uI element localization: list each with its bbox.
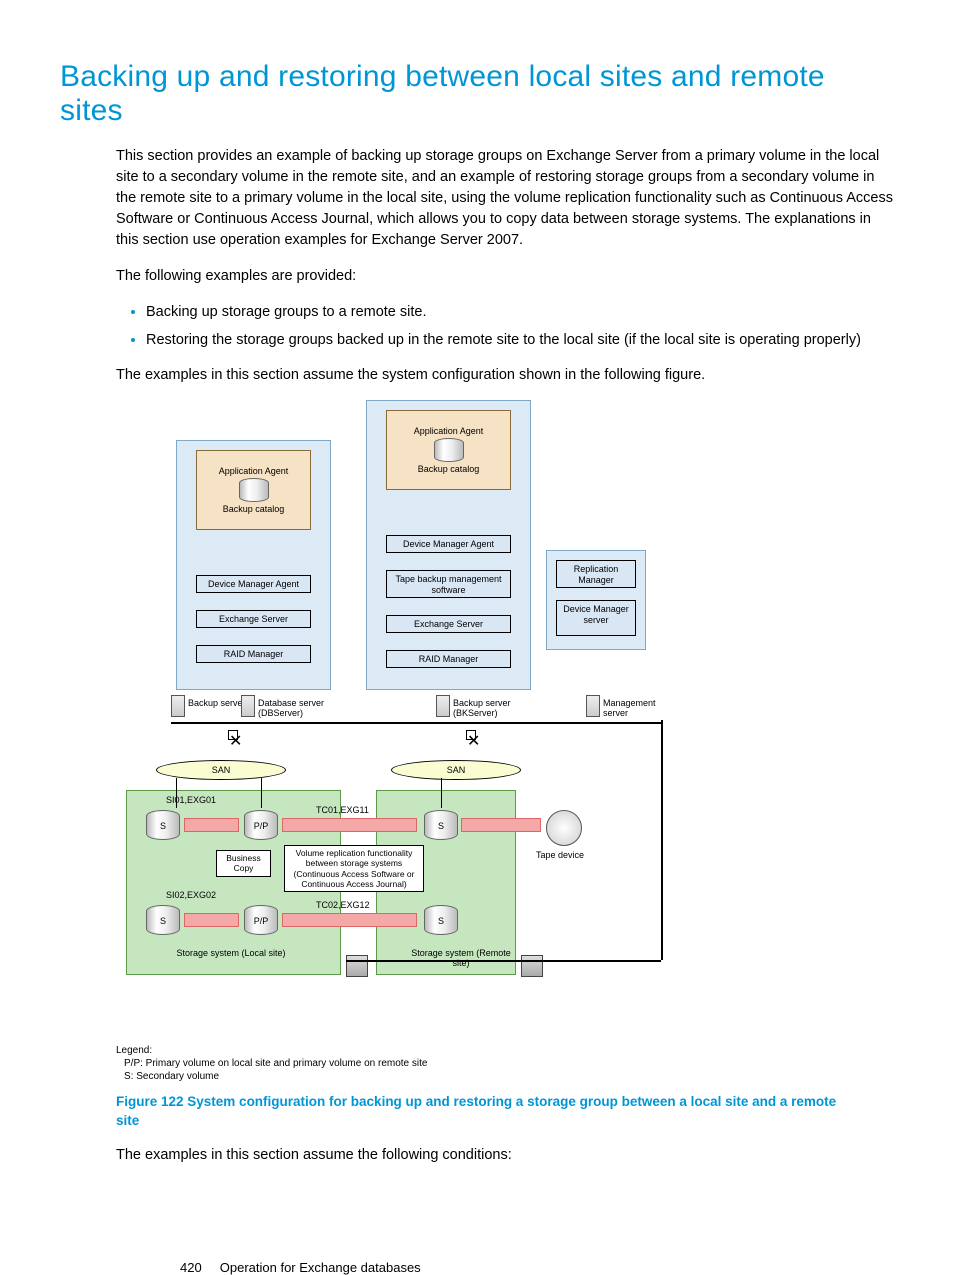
list-item: Restoring the storage groups backed up i…: [146, 329, 894, 351]
backup-catalog-label: Backup catalog: [223, 504, 285, 514]
server-icon: [171, 695, 185, 717]
examples-intro: The following examples are provided:: [116, 266, 894, 287]
db-server-label: Database server (DBServer): [258, 698, 348, 718]
raid-manager-local: RAID Manager: [196, 645, 311, 663]
page-number: 420: [180, 1260, 202, 1275]
mgmt-line: [661, 720, 663, 960]
si02-label: SI02,EXG02: [166, 890, 216, 900]
connector-line: [261, 778, 262, 808]
mgmt-line: [346, 960, 661, 962]
storage-remote-label: Storage system (Remote site): [406, 948, 516, 968]
examples-list: Backing up storage groups to a remote si…: [116, 301, 894, 351]
tc01-label: TC01,EXG11: [316, 805, 369, 815]
tape-device-label: Tape device: [536, 850, 584, 860]
connector-line: [441, 778, 442, 808]
app-agent-label: Application Agent: [414, 426, 484, 436]
connector-line: [176, 778, 177, 808]
replication-arrow-icon: [184, 913, 239, 927]
network-line: [171, 722, 661, 724]
tape-icon: [546, 810, 582, 846]
diagram-legend: Legend: P/P: Primary volume on local sit…: [116, 1044, 894, 1083]
server-icon: [436, 695, 450, 717]
primary-vol: P/P: [244, 905, 278, 935]
figure-caption: Figure 122 System configuration for back…: [116, 1093, 838, 1131]
legend-title: Legend:: [116, 1044, 894, 1057]
secondary-vol: S: [146, 905, 180, 935]
legend-pp: P/P: Primary volume on local site and pr…: [116, 1057, 894, 1070]
replication-arrow-icon: [282, 818, 417, 832]
config-intro: The examples in this section assume the …: [116, 365, 894, 386]
list-item: Backing up storage groups to a remote si…: [146, 301, 894, 323]
vol-repl-box: Volume replication functionality between…: [284, 845, 424, 892]
replication-arrow-icon: [282, 913, 417, 927]
catalog-icon: [239, 478, 269, 502]
page-title: Backing up and restoring between local s…: [60, 60, 894, 128]
backup-catalog-label: Backup catalog: [418, 464, 480, 474]
system-diagram: Application Agent Backup catalog Device …: [116, 400, 894, 1083]
server-icon: [586, 695, 600, 717]
tc02-label: TC02,EXG12: [316, 900, 370, 910]
device-manager-server: Device Manager server: [556, 600, 636, 636]
legend-s: S: Secondary volume: [116, 1070, 894, 1083]
secondary-vol: S: [424, 905, 458, 935]
dev-mgr-agent-remote: Device Manager Agent: [386, 535, 511, 553]
app-agent-local: Application Agent Backup catalog: [196, 450, 311, 530]
business-copy-box: Business Copy: [216, 850, 271, 876]
conditions-intro: The examples in this section assume the …: [116, 1145, 894, 1166]
replication-arrow-icon: [184, 818, 239, 832]
switch-icon: ✕: [466, 730, 476, 740]
raid-icon: [346, 955, 368, 977]
tape-backup-sw: Tape backup management software: [386, 570, 511, 598]
backup-server-left-label: Backup server: [188, 698, 246, 708]
mgmt-server-label: Management server: [603, 698, 683, 718]
switch-icon: ✕: [228, 730, 238, 740]
catalog-icon: [434, 438, 464, 462]
footer-title: Operation for Exchange databases: [220, 1260, 421, 1275]
intro-paragraph: This section provides an example of back…: [116, 146, 894, 251]
raid-manager-remote: RAID Manager: [386, 650, 511, 668]
page-footer: 420 Operation for Exchange databases: [180, 1260, 421, 1275]
storage-local-label: Storage system (Local site): [176, 948, 286, 958]
si01-label: SI01,EXG01: [166, 795, 216, 805]
replication-manager: Replication Manager: [556, 560, 636, 588]
primary-vol: P/P: [244, 810, 278, 840]
bk-server-label: Backup server (BKServer): [453, 698, 543, 718]
exchange-server-remote: Exchange Server: [386, 615, 511, 633]
san-remote: SAN: [391, 760, 521, 780]
raid-icon: [521, 955, 543, 977]
app-agent-label: Application Agent: [219, 466, 289, 476]
to-tape-arrow-icon: [461, 818, 541, 832]
server-icon: [241, 695, 255, 717]
app-agent-remote: Application Agent Backup catalog: [386, 410, 511, 490]
secondary-vol: S: [146, 810, 180, 840]
san-local: SAN: [156, 760, 286, 780]
secondary-vol: S: [424, 810, 458, 840]
dev-mgr-agent-local: Device Manager Agent: [196, 575, 311, 593]
exchange-server-local: Exchange Server: [196, 610, 311, 628]
